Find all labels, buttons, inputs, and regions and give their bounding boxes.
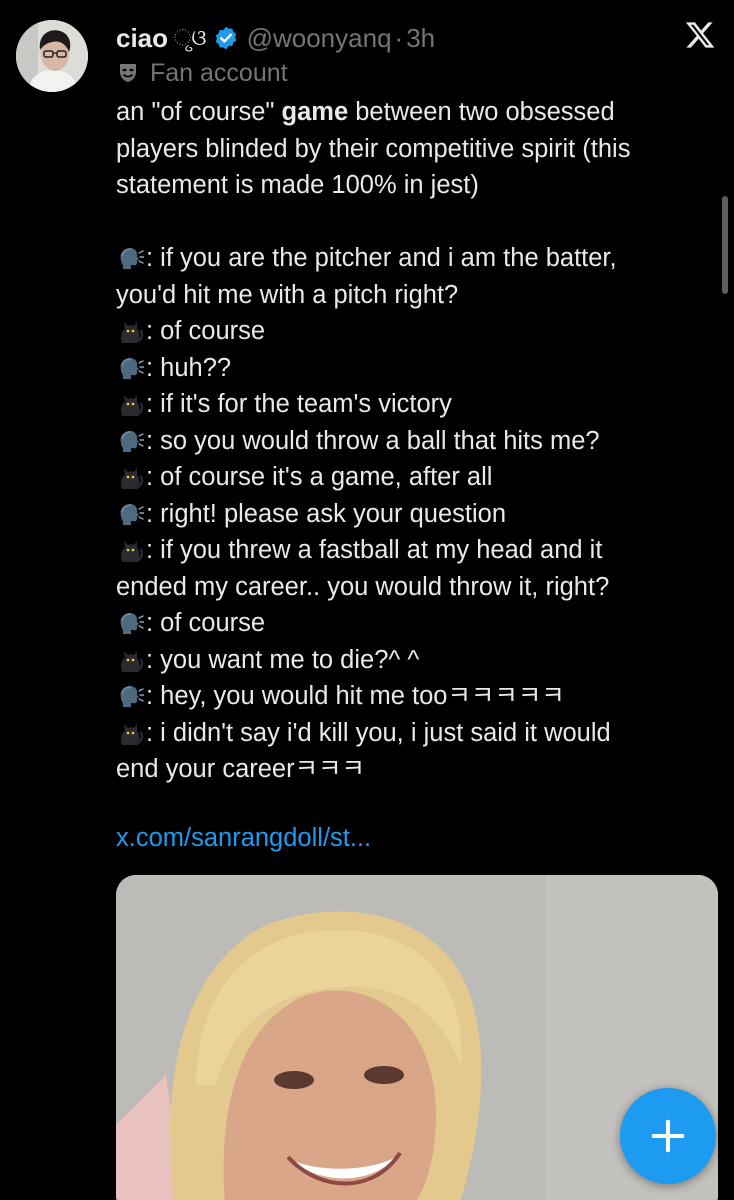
dialogue: : if you are the pitcher and i am the ba… [116,240,716,788]
black-cat-icon [116,719,144,747]
dialogue-text: ended my career.. you would throw it, ri… [116,572,610,601]
dialogue-text: : so you would throw a ball that hits me… [146,426,600,455]
dialogue-line: end your careerㅋㅋㅋ [116,751,716,788]
body-text: between two obsessed [348,98,615,126]
dialogue-line: ended my career.. you would throw it, ri… [116,569,716,606]
dialogue-text: : if you threw a fastball at my head and… [146,536,603,564]
body-text: players blinded by their competitive spi… [116,134,631,163]
dialogue-line: : if it's for the team's victory [116,386,716,423]
dialogue-text: : if it's for the team's victory [146,390,452,418]
dialogue-line: you'd hit me with a pitch right? [116,277,716,314]
dialogue-text: you'd hit me with a pitch right? [116,280,459,309]
black-cat-icon [116,463,144,491]
dialogue-line: : if you threw a fastball at my head and… [116,532,716,569]
scrollbar[interactable] [722,196,728,294]
dialogue-text: : huh?? [146,353,232,382]
body-line: players blinded by their competitive spi… [116,131,716,168]
body-text: statement is made 100% in jest) [116,171,479,199]
black-cat-icon [116,646,144,674]
body-text: an "of course" [116,98,282,126]
dialogue-text: : of course [146,609,266,637]
dialogue-text: : i didn't say i'd kill you, i just said… [146,718,611,747]
body-line: an "of course" game between two obsessed [116,94,716,131]
dialogue-line: : you want me to die?^ ^ [116,642,716,679]
plus-icon [651,1119,685,1153]
meta-separator: · [394,22,404,53]
fan-account-label: Fan account [150,58,288,87]
speaking-head-icon [116,500,144,528]
tweet-link[interactable]: x.com/sanrangdoll/st... [116,820,371,856]
dialogue-line: : of course it's a game, after all [116,459,716,496]
black-cat-icon [116,390,144,418]
display-name-decoration: ୃଓ [174,25,207,50]
dialogue-line: : of course [116,605,716,642]
black-cat-icon [116,317,144,345]
tweet-header: ciao ୃଓ @woonyanq · 3h [116,18,734,58]
dialogue-line: : hey, you would hit me tooㅋㅋㅋㅋㅋ [116,678,716,715]
dialogue-text: : hey, you would hit me tooㅋㅋㅋㅋㅋ [146,682,565,710]
dialogue-text: : if you are the pitcher and i am the ba… [146,244,617,272]
dialogue-line: : right! please ask your question [116,496,716,533]
theater-mask-icon [116,61,140,85]
speaking-head-icon [116,609,144,637]
speaking-head-icon [116,354,144,382]
dialogue-text: : you want me to die?^ ^ [146,645,420,674]
dialogue-line: : so you would throw a ball that hits me… [116,423,716,460]
avatar[interactable] [16,20,88,92]
speaking-head-icon [116,244,144,272]
dialogue-text: end your careerㅋㅋㅋ [116,755,365,783]
x-logo-icon[interactable] [684,19,716,51]
tweet-screen: ciao ୃଓ @woonyanq · 3h Fan account an "o… [0,0,734,1200]
dialogue-line: : i didn't say i'd kill you, i just said… [116,715,716,752]
verified-badge-icon [213,25,239,51]
dialogue-text: : right! please ask your question [146,499,507,528]
speaking-head-icon [116,682,144,710]
dialogue-line: : of course [116,313,716,350]
dialogue-line: : if you are the pitcher and i am the ba… [116,240,716,277]
dialogue-text: : of course it's a game, after all [146,463,493,491]
black-cat-icon [116,536,144,564]
display-name[interactable]: ciao [116,23,168,54]
body-blank-line [116,204,716,241]
tweet-body: an "of course" game between two obsessed… [116,94,716,788]
compose-fab-button[interactable] [620,1088,716,1184]
timestamp[interactable]: 3h [406,23,435,54]
body-line: statement is made 100% in jest) [116,167,716,204]
body-bold-text: game [281,98,349,126]
dialogue-line: : huh?? [116,350,716,387]
speaking-head-icon [116,427,144,455]
dialogue-text: : of course [146,317,266,345]
account-label: Fan account [116,56,288,90]
handle[interactable]: @woonyanq [247,23,392,54]
